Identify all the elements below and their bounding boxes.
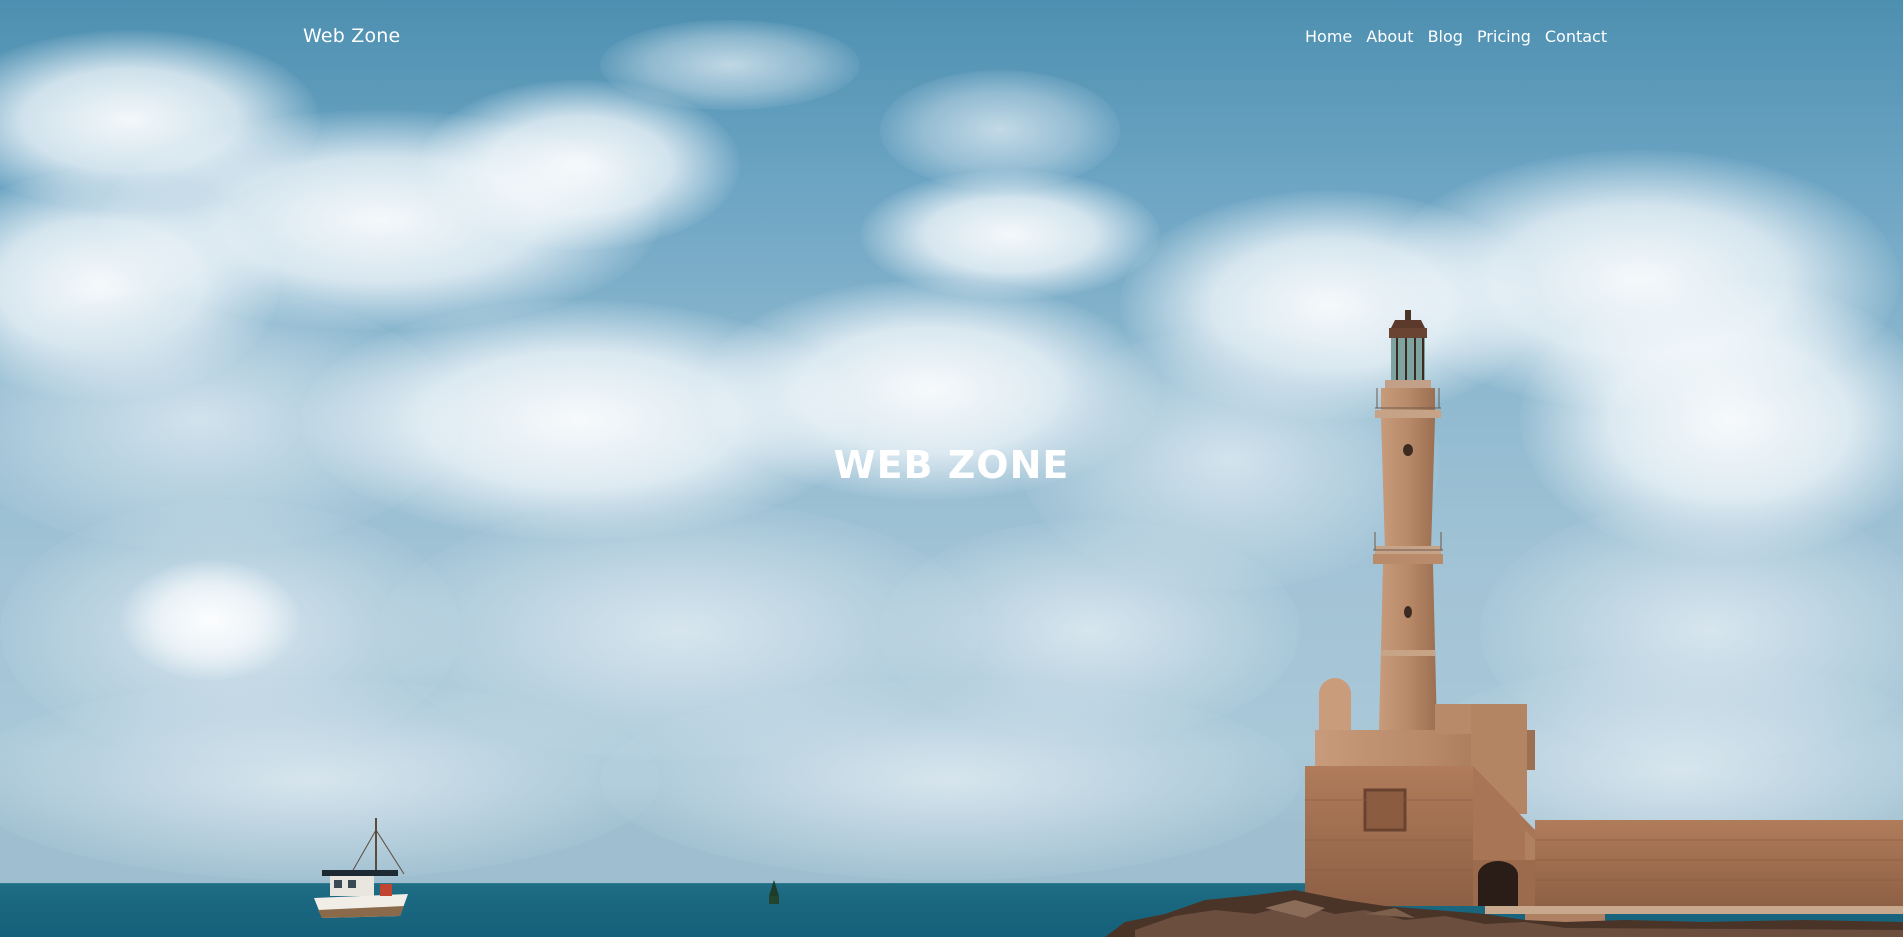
- lighthouse-icon: [1105, 310, 1903, 937]
- nav-link-about[interactable]: About: [1359, 27, 1420, 46]
- nav-link-pricing[interactable]: Pricing: [1470, 27, 1538, 46]
- nav-link-blog[interactable]: Blog: [1421, 27, 1470, 46]
- nav-item-pricing: Pricing: [1470, 27, 1538, 46]
- nav-menu: Home About Blog Pricing Contact: [1305, 27, 1614, 46]
- buoy-icon: [769, 880, 779, 904]
- brand-logo-link[interactable]: Web Zone: [303, 25, 400, 47]
- nav-item-contact: Contact: [1538, 27, 1614, 46]
- nav-item-about: About: [1359, 27, 1420, 46]
- top-navbar: Web Zone Home About Blog Pricing Contact: [0, 0, 1903, 76]
- hero-section: Web Zone Home About Blog Pricing Contact…: [0, 0, 1903, 937]
- nav-item-blog: Blog: [1421, 27, 1470, 46]
- nav-link-home[interactable]: Home: [1305, 27, 1359, 46]
- hero-title: WEB ZONE: [833, 443, 1070, 487]
- nav-item-home: Home: [1305, 27, 1359, 46]
- nav-link-contact[interactable]: Contact: [1538, 27, 1614, 46]
- boat-icon: [314, 818, 408, 918]
